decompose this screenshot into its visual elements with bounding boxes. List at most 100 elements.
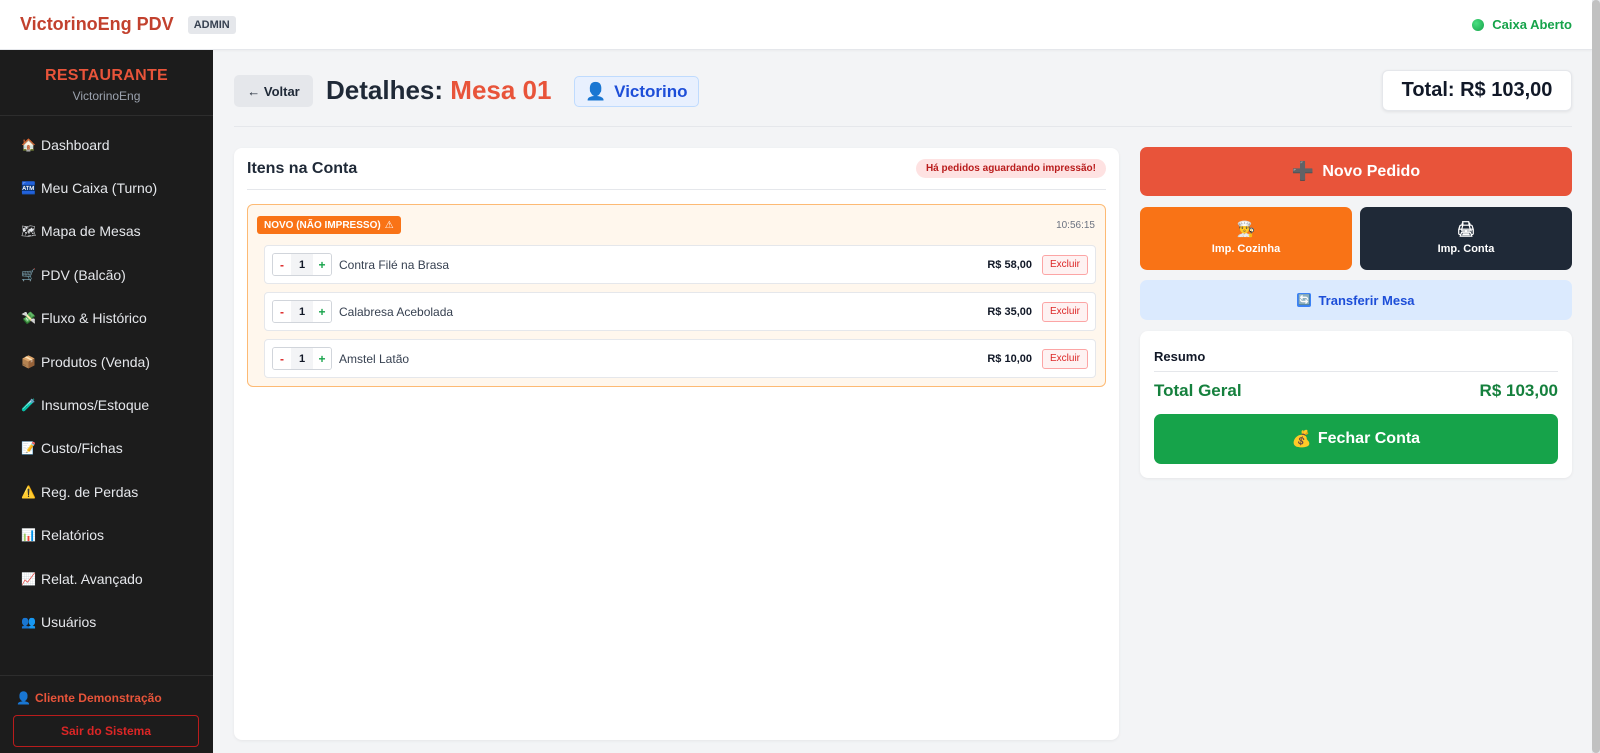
summary-title: Resumo [1154,331,1558,372]
page-header: ← Voltar Detalhes: Mesa 01 👤 Victorino T… [234,50,1572,127]
test-tube-icon: 🧪 [21,398,36,413]
increase-button[interactable]: + [313,348,331,369]
map-icon: 🗺 [21,224,37,239]
memo-icon: 📝 [21,441,36,456]
total-geral-row: Total Geral R$ 103,00 [1154,372,1558,410]
sidebar-item-label: Mapa de Mesas [41,223,141,240]
group-timestamp: 10:56:15 [1056,220,1095,231]
user-icon: 👤 [16,691,31,705]
refresh-icon: 🔄 [1297,293,1312,307]
sidebar-header: RESTAURANTE VictorinoEng [0,50,213,116]
transfer-table-button[interactable]: 🔄 Transferir Mesa [1140,280,1572,320]
new-order-button[interactable]: ➕ Novo Pedido [1140,147,1572,196]
sidebar-item-label: Relatórios [41,527,105,544]
sidebar-item-label: Reg. de Perdas [41,483,139,500]
close-bill-button[interactable]: 💰 Fechar Conta [1154,414,1558,464]
group-status-label: NOVO (NÃO IMPRESSO) [264,219,381,231]
client-info: 👤 Cliente Demonstração [13,691,200,705]
item-price: R$ 10,00 [987,352,1032,365]
waiter-badge: 👤 Victorino [574,76,699,107]
delete-item-button[interactable]: Excluir [1042,301,1088,322]
sidebar-item-perdas[interactable]: ⚠️ Reg. de Perdas [0,470,213,513]
new-order-label: Novo Pedido [1322,162,1421,180]
sidebar-nav: 🏠 Dashboard 🏧 Meu Caixa (Turno) 🗺 Mapa de M… [0,116,213,644]
scrollbar-track[interactable] [1592,0,1600,753]
sidebar-item-pdv-balcao[interactable]: 🛒 PDV (Balcão) [0,253,213,296]
back-button[interactable]: ← Voltar [234,75,313,107]
list-item: - + Amstel Latão R$ 10,00 Excluir [264,339,1096,378]
bar-chart-icon: 📊 [21,528,36,543]
sidebar-item-custo-fichas[interactable]: 📝 Custo/Fichas [0,427,213,470]
package-icon: 📦 [21,354,36,369]
sidebar-title: RESTAURANTE [44,67,168,84]
decrease-button[interactable]: - [273,348,291,369]
sidebar-item-meu-caixa[interactable]: 🏧 Meu Caixa (Turno) [0,166,213,209]
quantity-field[interactable] [291,254,313,275]
sidebar-item-label: Relat. Avançado [41,570,143,587]
order-group: NOVO (NÃO IMPRESSO) ⚠ 10:56:15 - + Contr… [247,204,1106,387]
print-bill-label: Imp. Conta [1437,243,1495,255]
warning-icon: ⚠️ [21,484,36,499]
delete-item-button[interactable]: Excluir [1042,348,1088,369]
item-name: Contra Filé na Brasa [339,257,450,272]
user-icon: 👤 [585,81,607,101]
decrease-button[interactable]: - [273,301,291,322]
decrease-button[interactable]: - [273,254,291,275]
sidebar: RESTAURANTE VictorinoEng 🏠 Dashboard 🏧 Meu… [0,50,213,753]
increase-button[interactable]: + [313,254,331,275]
sidebar-item-mapa-mesas[interactable]: 🗺 Mapa de Mesas [0,210,213,253]
sidebar-item-usuarios[interactable]: 👥 Usuários [0,600,213,643]
sidebar-item-fluxo-historico[interactable]: 💸 Fluxo & Histórico [0,297,213,340]
delete-item-button[interactable]: Excluir [1042,254,1088,275]
list-item: - + Contra Filé na Brasa R$ 58,00 Exclui… [264,245,1096,284]
items-title: Itens na Conta [247,159,358,177]
sidebar-item-relat-avancado[interactable]: 📈 Relat. Avançado [0,557,213,600]
item-name: Calabresa Acebolada [339,304,454,319]
quantity-field[interactable] [291,348,313,369]
sidebar-footer: 👤 Cliente Demonstração Sair do Sistema [0,675,213,753]
sidebar-item-relatorios[interactable]: 📊 Relatórios [0,514,213,557]
sidebar-item-label: Usuários [41,613,97,630]
users-icon: 👥 [21,614,36,629]
sidebar-item-label: Produtos (Venda) [41,353,150,370]
money-bag-icon: 💰 [1291,431,1312,448]
warning-icon: ⚠ [384,219,394,231]
sidebar-item-label: Custo/Fichas [41,440,123,457]
title-prefix: Detalhes: [326,75,444,105]
quantity-field[interactable] [291,301,313,322]
main-content: ← Voltar Detalhes: Mesa 01 👤 Victorino T… [213,50,1592,753]
trend-chart-icon: 📈 [21,571,36,586]
sidebar-item-insumos[interactable]: 🧪 Insumos/Estoque [0,383,213,426]
logout-button[interactable]: Sair do Sistema [13,715,199,747]
quantity-stepper: - + [272,253,332,276]
sidebar-item-label: Meu Caixa (Turno) [41,180,158,197]
waiter-name: Victorino [614,81,688,101]
total-geral-value: R$ 103,00 [1479,381,1558,400]
sidebar-item-label: PDV (Balcão) [41,266,126,283]
close-bill-label: Fechar Conta [1317,430,1421,447]
status-dot-icon [1472,18,1485,31]
sidebar-item-dashboard[interactable]: 🏠 Dashboard [0,123,213,166]
caixa-status-label: Caixa Aberto [1492,17,1572,32]
sidebar-item-produtos[interactable]: 📦 Produtos (Venda) [0,340,213,383]
print-kitchen-label: Imp. Cozinha [1211,243,1281,255]
items-card: Itens na Conta Há pedidos aguardando imp… [234,148,1119,740]
cart-icon: 🛒 [21,267,36,282]
sidebar-item-label: Insumos/Estoque [41,397,150,414]
print-kitchen-button[interactable]: 👨‍🍳 Imp. Cozinha [1140,207,1352,270]
scrollbar-thumb[interactable] [1592,0,1600,753]
summary-card: Resumo Total Geral R$ 103,00 💰 Fechar Co… [1140,331,1572,478]
quantity-stepper: - + [272,300,332,323]
sidebar-item-label: Fluxo & Histórico [41,310,147,327]
increase-button[interactable]: + [313,301,331,322]
house-icon: 🏠 [21,137,36,152]
app-brand: VictorinoEng PDV [20,14,174,34]
total-display: Total: R$ 103,00 [1382,70,1572,111]
item-price: R$ 58,00 [987,258,1032,271]
caixa-status: Caixa Aberto [1472,17,1572,32]
atm-icon: 🏧 [21,181,36,196]
print-bill-button[interactable]: 🖨 Imp. Conta [1360,207,1572,270]
money-wings-icon: 💸 [21,311,36,326]
group-status-badge: NOVO (NÃO IMPRESSO) ⚠ [257,216,401,234]
top-bar: VictorinoEng PDV ADMIN Caixa Aberto [0,0,1592,50]
